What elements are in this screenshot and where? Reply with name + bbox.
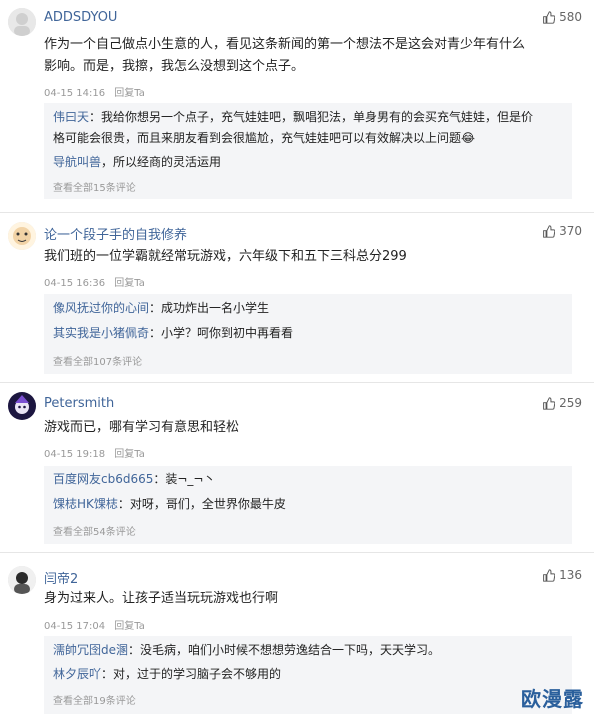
comment-time: 04-15 16:36 bbox=[44, 278, 106, 289]
comment-username[interactable]: 论一个段子手的自我修养 bbox=[44, 224, 187, 243]
reply-item: 馃梽HK馃梽：对呀，哥们，全世界你最牛皮 bbox=[53, 494, 286, 515]
like-count: 370 bbox=[559, 224, 582, 238]
comment-text-line: 身为过来人。让孩子适当玩玩游戏也行啊 bbox=[44, 591, 279, 606]
reply-text: ：没毛病，咱们小时候不想想劳逸结合一下吗，天天学习。 bbox=[128, 643, 441, 657]
like-button[interactable]: 370 bbox=[542, 224, 582, 238]
reply-link[interactable]: 回复Ta bbox=[114, 449, 145, 460]
reply-username[interactable]: 导航叫兽 bbox=[53, 155, 101, 169]
view-all-comments-link[interactable]: 查看全部15条评论 bbox=[53, 179, 136, 194]
like-button[interactable]: 580 bbox=[542, 10, 582, 24]
reply-text: ：成功炸出一名小学生 bbox=[149, 301, 270, 315]
reply-username[interactable]: 像风抚过你的心间 bbox=[53, 301, 149, 315]
avatar[interactable] bbox=[8, 222, 36, 250]
reply-item: 像风抚过你的心间：成功炸出一名小学生 bbox=[53, 298, 269, 319]
like-count: 580 bbox=[559, 10, 582, 24]
comment-username[interactable]: ADDSDYOU bbox=[44, 10, 117, 25]
comment-text-line: 我们班的一位学霸就经常玩游戏，六年级下和五下三科总分299 bbox=[44, 249, 407, 264]
comment-card: 论一个段子手的自我修养 370 我们班的一位学霸就经常玩游戏，六年级下和五下三科… bbox=[0, 216, 594, 376]
reply-text: ：装¬_¬丶 bbox=[153, 472, 216, 486]
like-count: 136 bbox=[559, 568, 582, 582]
reply-item: 伟曰天：我给你想另一个点子，充气娃娃吧，飘唱犯法，单身男有的会买充气娃娃，但是价 bbox=[53, 107, 533, 128]
thumbs-up-icon bbox=[543, 568, 556, 582]
comment-username[interactable]: Petersmith bbox=[44, 396, 114, 411]
reply-item: 百度网友cb6d665：装¬_¬丶 bbox=[53, 469, 216, 490]
reply-link[interactable]: 回复Ta bbox=[114, 278, 145, 289]
reply-username[interactable]: 伟曰天 bbox=[53, 110, 89, 124]
comment-text-line: 影响。而是，我擦，我怎么没想到这个点子。 bbox=[44, 59, 305, 74]
comment-meta: 04-15 19:18 回复Ta bbox=[44, 445, 145, 460]
reply-box: 伟曰天：我给你想另一个点子，充气娃娃吧，飘唱犯法，单身男有的会买充气娃娃，但是价… bbox=[44, 103, 572, 199]
view-all-comments-link[interactable]: 查看全部19条评论 bbox=[53, 692, 136, 707]
comment-meta: 04-15 16:36 回复Ta bbox=[44, 274, 145, 289]
reply-box: 濡帥冗囹de溷：没毛病，咱们小时候不想想劳逸结合一下吗，天天学习。 林夕辰吖：对… bbox=[44, 636, 572, 714]
reply-item: 导航叫兽，所以经商的灵活运用 bbox=[53, 152, 221, 173]
comment-card: 闫帝2 136 身为过来人。让孩子适当玩玩游戏也行啊 04-15 17:04 回… bbox=[0, 560, 594, 720]
reply-username[interactable]: 林夕辰吖 bbox=[53, 667, 101, 681]
reply-username[interactable]: 濡帥冗囹de溷 bbox=[53, 643, 128, 657]
view-all-comments-link[interactable]: 查看全部54条评论 bbox=[53, 523, 136, 538]
comment-card: ADDSDYOU 580 作为一个自己做点小生意的人，看见这条新闻的第一个想法不… bbox=[0, 0, 594, 200]
view-all-comments-link[interactable]: 查看全部107条评论 bbox=[53, 353, 142, 368]
reply-item: 林夕辰吖：对，过于的学习脑子会不够用的 bbox=[53, 664, 281, 685]
divider bbox=[0, 552, 594, 553]
thumbs-up-icon bbox=[543, 10, 556, 24]
reply-link[interactable]: 回复Ta bbox=[114, 88, 145, 99]
divider bbox=[0, 212, 594, 213]
reply-text: ：我给你想另一个点子，充气娃娃吧，飘唱犯法，单身男有的会买充气娃娃，但是价 bbox=[89, 110, 534, 124]
divider bbox=[0, 382, 594, 383]
comment-username[interactable]: 闫帝2 bbox=[44, 568, 78, 587]
avatar[interactable] bbox=[8, 8, 36, 36]
comment-meta: 04-15 14:16 回复Ta bbox=[44, 84, 145, 99]
reply-item: 其实我是小猪佩奇：小学？呵你到初中再看看 bbox=[53, 323, 293, 344]
avatar[interactable] bbox=[8, 566, 36, 594]
comment-time: 04-15 14:16 bbox=[44, 88, 106, 99]
reply-text: ：小学？呵你到初中再看看 bbox=[149, 326, 294, 340]
reply-text: ：对，过于的学习脑子会不够用的 bbox=[101, 667, 282, 681]
reply-box: 像风抚过你的心间：成功炸出一名小学生 其实我是小猪佩奇：小学？呵你到初中再看看 … bbox=[44, 294, 572, 374]
thumbs-up-icon bbox=[543, 224, 556, 238]
reply-item: 濡帥冗囹de溷：没毛病，咱们小时候不想想劳逸结合一下吗，天天学习。 bbox=[53, 640, 440, 661]
avatar[interactable] bbox=[8, 392, 36, 420]
reply-text: ，所以经商的灵活运用 bbox=[101, 155, 222, 169]
reply-box: 百度网友cb6d665：装¬_¬丶 馃梽HK馃梽：对呀，哥们，全世界你最牛皮 查… bbox=[44, 466, 572, 544]
thumbs-up-icon bbox=[543, 396, 556, 410]
comment-time: 04-15 19:18 bbox=[44, 449, 106, 460]
reply-text: ：对呀，哥们，全世界你最牛皮 bbox=[117, 497, 286, 511]
reply-text-line: 格可能会很贵，而且来朋友看到会很尴尬，充气娃娃吧可以有效解决以上问题😂 bbox=[53, 131, 476, 145]
like-button[interactable]: 259 bbox=[542, 396, 582, 410]
reply-username[interactable]: 其实我是小猪佩奇 bbox=[53, 326, 149, 340]
comment-text-line: 作为一个自己做点小生意的人，看见这条新闻的第一个想法不是这会对青少年有什么 bbox=[44, 37, 526, 52]
like-button[interactable]: 136 bbox=[542, 568, 582, 582]
watermark-logo: 欧漫露 bbox=[521, 687, 584, 711]
comment-time: 04-15 17:04 bbox=[44, 621, 106, 632]
reply-username[interactable]: 百度网友cb6d665 bbox=[53, 472, 153, 486]
like-count: 259 bbox=[559, 396, 582, 410]
reply-link[interactable]: 回复Ta bbox=[114, 621, 145, 632]
comment-card: Petersmith 259 游戏而已，哪有学习有意思和轻松 04-15 19:… bbox=[0, 390, 594, 550]
comment-text-line: 游戏而已，哪有学习有意思和轻松 bbox=[44, 420, 240, 435]
comment-meta: 04-15 17:04 回复Ta bbox=[44, 617, 145, 632]
reply-username[interactable]: 馃梽HK馃梽 bbox=[53, 497, 118, 511]
